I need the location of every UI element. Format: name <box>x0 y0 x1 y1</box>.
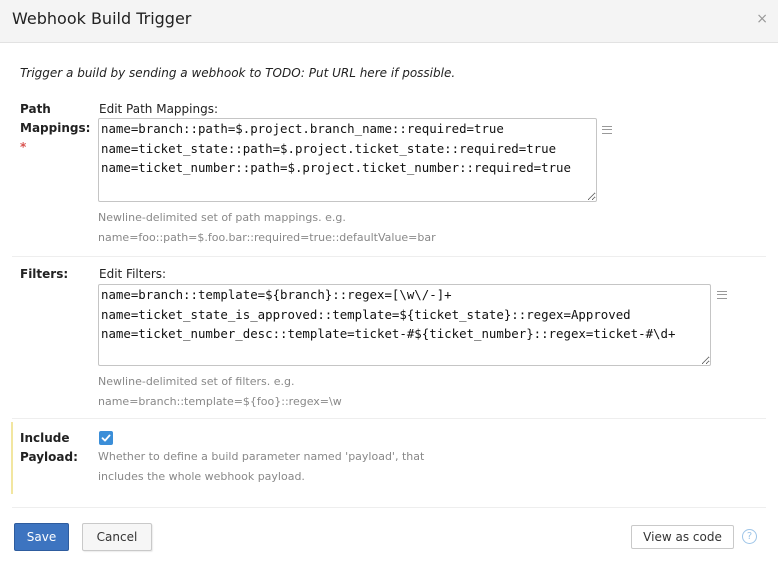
path-mappings-field-label: Edit Path Mappings: <box>99 102 219 116</box>
path-mappings-hint-example: name=foo::path=$.foo.bar::required=true:… <box>98 231 436 244</box>
filters-textarea[interactable] <box>98 284 711 366</box>
path-mappings-label-line1: Path <box>20 102 51 116</box>
dialog-description: Trigger a build by sending a webhook to … <box>20 66 456 80</box>
include-payload-label-line2: Payload: <box>20 450 78 464</box>
include-payload-hint: Whether to define a build parameter name… <box>98 447 424 487</box>
divider <box>12 418 766 419</box>
path-mappings-hint: Newline-delimited set of path mappings. … <box>98 208 436 248</box>
cancel-button[interactable]: Cancel <box>82 523 152 551</box>
include-payload-hint-line1: Whether to define a build parameter name… <box>98 450 425 463</box>
close-icon[interactable]: × <box>756 11 768 27</box>
filters-label: Filters: <box>20 267 69 281</box>
divider <box>12 256 766 257</box>
dialog-title: Webhook Build Trigger <box>12 9 192 28</box>
help-icon[interactable]: ? <box>742 529 757 544</box>
modified-indicator <box>11 422 13 494</box>
path-mappings-label-line2: Mappings: <box>20 121 91 135</box>
path-mappings-textarea[interactable] <box>98 118 597 202</box>
filters-field-label: Edit Filters: <box>99 267 167 281</box>
include-payload-label-line1: Include <box>20 431 70 445</box>
dialog-header: Webhook Build Trigger × <box>0 0 778 43</box>
path-mappings-hint-line1: Newline-delimited set of path mappings. … <box>98 211 346 224</box>
include-payload-checkbox[interactable] <box>99 431 113 445</box>
divider <box>12 507 766 508</box>
view-as-code-button[interactable]: View as code <box>631 525 734 549</box>
save-button[interactable]: Save <box>14 523 69 551</box>
required-marker: * <box>20 140 27 154</box>
include-payload-hint-line2: includes the whole webhook payload. <box>98 470 305 483</box>
expand-editor-icon[interactable] <box>717 291 727 299</box>
path-mappings-label: Path Mappings: * <box>20 100 90 157</box>
filters-hint: Newline-delimited set of filters. e.g. n… <box>98 372 342 412</box>
filters-hint-example: name=branch::template=${foo}::regex=\w <box>98 395 342 408</box>
expand-editor-icon[interactable] <box>602 126 612 134</box>
include-payload-label: Include Payload: <box>20 429 78 467</box>
checkmark-icon <box>101 434 111 442</box>
filters-hint-line1: Newline-delimited set of filters. e.g. <box>98 375 295 388</box>
